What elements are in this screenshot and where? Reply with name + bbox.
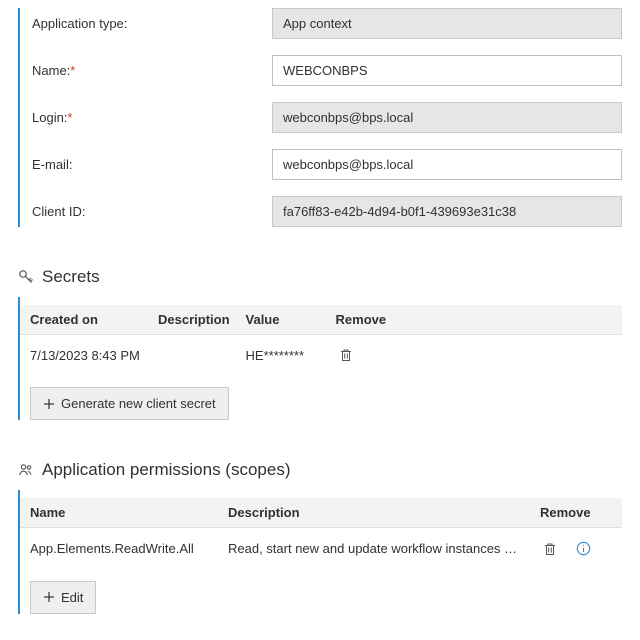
- info-icon: [576, 541, 591, 556]
- field-email: E-mail:: [32, 149, 622, 180]
- login-value: webconbps@bps.local: [272, 102, 622, 133]
- application-properties-form: Application type: App context Name:* Log…: [18, 8, 622, 227]
- col-value: Value: [238, 305, 328, 335]
- secrets-panel: Created on Description Value Remove 7/13…: [18, 297, 622, 420]
- secrets-table: Created on Description Value Remove 7/13…: [20, 305, 622, 375]
- edit-permissions-button[interactable]: Edit: [30, 581, 96, 614]
- trash-icon: [543, 542, 557, 556]
- permissions-section-header: Application permissions (scopes): [18, 460, 622, 480]
- name-label: Name:*: [32, 63, 272, 78]
- key-icon: [18, 269, 34, 285]
- generate-new-client-secret-button[interactable]: Generate new client secret: [30, 387, 229, 420]
- login-label: Login:*: [32, 110, 272, 125]
- trash-icon: [339, 348, 353, 362]
- permissions-table: Name Description Remove App.Elements.Rea…: [20, 498, 622, 569]
- secret-value: HE********: [238, 335, 328, 376]
- application-type-label: Application type:: [32, 16, 272, 31]
- col-perm-description: Description: [220, 498, 532, 528]
- permissions-title: Application permissions (scopes): [42, 460, 291, 480]
- plus-icon: [43, 591, 55, 603]
- col-created-on: Created on: [20, 305, 150, 335]
- permissions-panel: Name Description Remove App.Elements.Rea…: [18, 490, 622, 614]
- login-label-text: Login:: [32, 110, 67, 125]
- col-description: Description: [150, 305, 238, 335]
- field-login: Login:* webconbps@bps.local: [32, 102, 622, 133]
- plus-icon: [43, 398, 55, 410]
- generate-button-label: Generate new client secret: [61, 396, 216, 411]
- required-indicator: *: [70, 63, 75, 78]
- permission-name: App.Elements.ReadWrite.All: [20, 528, 220, 569]
- remove-permission-button[interactable]: [540, 539, 560, 559]
- table-row: 7/13/2023 8:43 PM HE********: [20, 335, 622, 376]
- client-id-label: Client ID:: [32, 204, 272, 219]
- application-type-value: App context: [272, 8, 622, 39]
- secret-created-on: 7/13/2023 8:43 PM: [20, 335, 150, 376]
- email-label: E-mail:: [32, 157, 272, 172]
- edit-button-label: Edit: [61, 590, 83, 605]
- email-input[interactable]: [272, 149, 622, 180]
- field-application-type: Application type: App context: [32, 8, 622, 39]
- secret-description: [150, 335, 238, 376]
- permission-description: Read, start new and update workflow inst…: [220, 528, 532, 569]
- secrets-title: Secrets: [42, 267, 100, 287]
- field-name: Name:*: [32, 55, 622, 86]
- name-input[interactable]: [272, 55, 622, 86]
- name-label-text: Name:: [32, 63, 70, 78]
- col-remove: Remove: [328, 305, 622, 335]
- col-perm-remove: Remove: [532, 498, 622, 528]
- field-client-id: Client ID: fa76ff83-e42b-4d94-b0f1-43969…: [32, 196, 622, 227]
- table-row: App.Elements.ReadWrite.All Read, start n…: [20, 528, 622, 569]
- secrets-section-header: Secrets: [18, 267, 622, 287]
- col-perm-name: Name: [20, 498, 220, 528]
- permission-info-button[interactable]: [574, 538, 594, 558]
- required-indicator: *: [67, 110, 72, 125]
- people-icon: [18, 462, 34, 478]
- remove-secret-button[interactable]: [336, 345, 356, 365]
- client-id-value: fa76ff83-e42b-4d94-b0f1-439693e31c38: [272, 196, 622, 227]
